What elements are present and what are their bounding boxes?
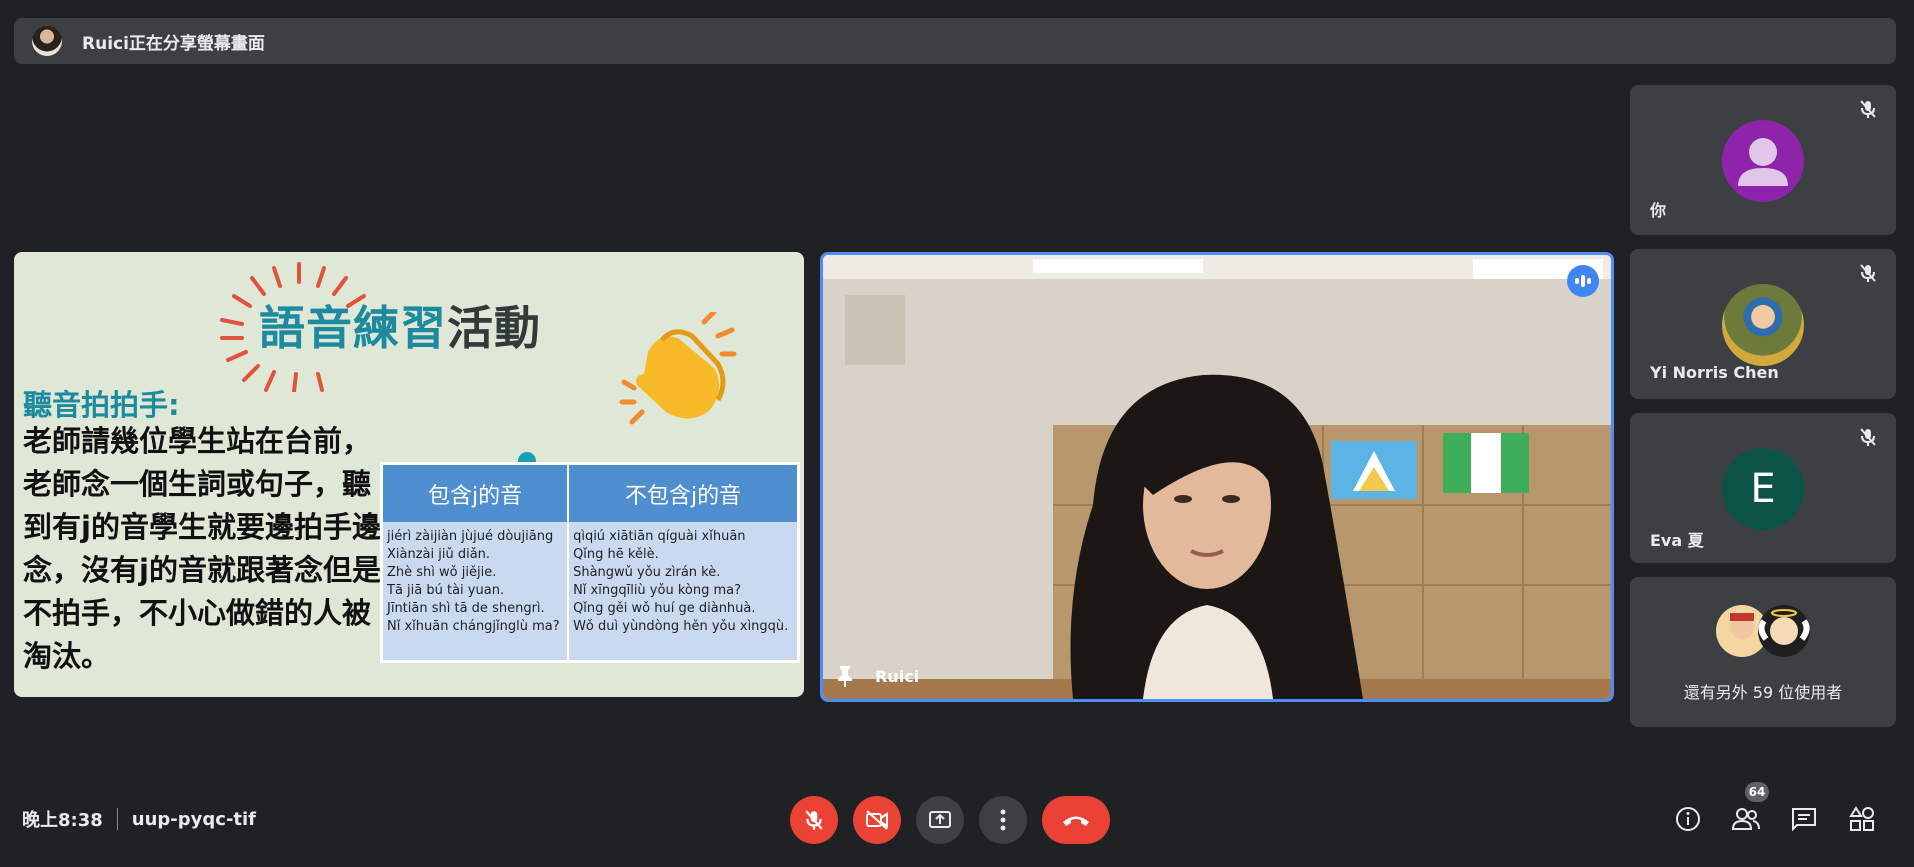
mic-toggle-button[interactable] [790,796,838,844]
camera-toggle-button[interactable] [853,796,901,844]
clapping-hands-icon [619,312,737,425]
people-button[interactable] [1730,803,1762,835]
pinyin-table: 包含j的音 不包含j的音 jiérì zàijiàn jùjué dòujiān… [380,462,800,663]
shared-screen-slide[interactable]: 語音練習活動 聽音拍拍手: 老師請幾位學生站在台前，老師念一個生詞或句子，聽到有… [14,252,804,697]
mic-off-icon [1860,428,1876,446]
slide-title-highlight: 語音練習 [259,301,447,355]
participant-name: Eva 夏 [1650,531,1704,550]
table-cell: Zhè shì wǒ jiějie. [387,565,497,580]
participant-name: Yi Norris Chen [1650,363,1779,382]
more-vert-icon [1000,809,1006,831]
people-icon [1732,808,1760,830]
participant-tile[interactable]: Yi Norris Chen [1630,249,1896,399]
meeting-info: 晚上8:38 uup-pyqc-tif [22,806,256,832]
participant-count-badge: 64 [1745,782,1769,802]
mic-off-icon [1860,100,1876,118]
present-now-button[interactable] [916,796,964,844]
present-icon [929,811,951,828]
camera-off-icon [866,810,888,830]
mic-off-icon [1860,264,1876,282]
hangup-icon [1063,816,1089,826]
more-participants-label: 還有另外 59 位使用者 [1683,683,1843,702]
divider [116,808,118,830]
speaking-indicator-icon [1567,265,1599,297]
table-cell: Xiànzài jiǔ diǎn. [387,547,491,562]
avatar-stack [1716,605,1810,657]
slide-title: 語音練習活動 [259,292,541,358]
table-cell: qìqiú xiātiān qíguài xǐhuān [573,529,746,544]
table-cell: Nǐ xīngqīliù yǒu kòng ma? [573,583,741,598]
info-icon [1676,807,1700,831]
speaker-video-frame [823,255,1611,699]
participant-name: 你 [1650,201,1667,220]
participant-tile-self[interactable]: 你 [1630,85,1896,235]
table-cell: Wǒ duì yùndòng hěn yǒu xìngqù. [573,619,789,634]
chat-button[interactable] [1788,803,1820,835]
more-options-button[interactable] [979,796,1027,844]
slide-title-rest: 活動 [447,301,541,355]
presenter-avatar [32,26,62,56]
activity-instructions: 老師請幾位學生站在台前，老師念一個生詞或句子，聽到有j的音學生就要邊拍手邊念，沒… [23,424,381,673]
activity-subtitle: 聽音拍拍手: [23,388,180,422]
participant-tile[interactable]: E Eva 夏 [1630,413,1896,563]
table-column-without-j: qìqiú xiātiān qíguài xǐhuān Qǐng hē kělè… [568,522,800,662]
activities-icon [1849,806,1874,831]
presentation-banner-text: Ruici正在分享螢幕畫面 [82,33,265,54]
person-icon [1722,120,1804,202]
chat-icon [1792,808,1816,831]
more-participants-tile[interactable]: 還有另外 59 位使用者 [1630,577,1896,727]
pin-icon[interactable] [835,665,855,687]
meeting-details-button[interactable] [1672,803,1704,835]
table-cell: Qǐng hē kělè. [573,547,659,562]
meeting-code[interactable]: uup-pyqc-tif [132,809,256,830]
clock-time: 晚上8:38 [22,810,103,831]
table-cell: Jīntiān shì tā de shengrì. [387,601,545,616]
table-cell: Qǐng gěi wǒ huí ge diànhuà. [573,601,756,616]
table-cell: Shàngwǔ yǒu zìrán kè. [573,565,721,580]
speaker-video-tile[interactable]: Ruici [820,252,1614,702]
activities-button[interactable] [1846,803,1878,835]
speaker-name: Ruici [875,666,920,686]
table-header-without-j: 不包含j的音 [568,463,800,522]
participant-photo [1722,284,1804,366]
leave-call-button[interactable] [1042,796,1110,844]
table-header-with-j: 包含j的音 [381,463,570,522]
table-cell: Nǐ xǐhuān chángjǐnglù ma? [387,619,560,634]
speaker-name-tag: Ruici [835,665,919,687]
table-cell: Tā jiā bú tài yuan. [387,583,505,598]
mic-off-icon [805,810,823,830]
table-column-with-j: jiérì zàijiàn jùjué dòujiāng Xiànzài jiǔ… [381,522,570,662]
avatar-initial: E [1722,448,1804,530]
presentation-banner: Ruici正在分享螢幕畫面 [14,18,1896,64]
table-cell: jiérì zàijiàn jùjué dòujiāng [387,529,554,544]
